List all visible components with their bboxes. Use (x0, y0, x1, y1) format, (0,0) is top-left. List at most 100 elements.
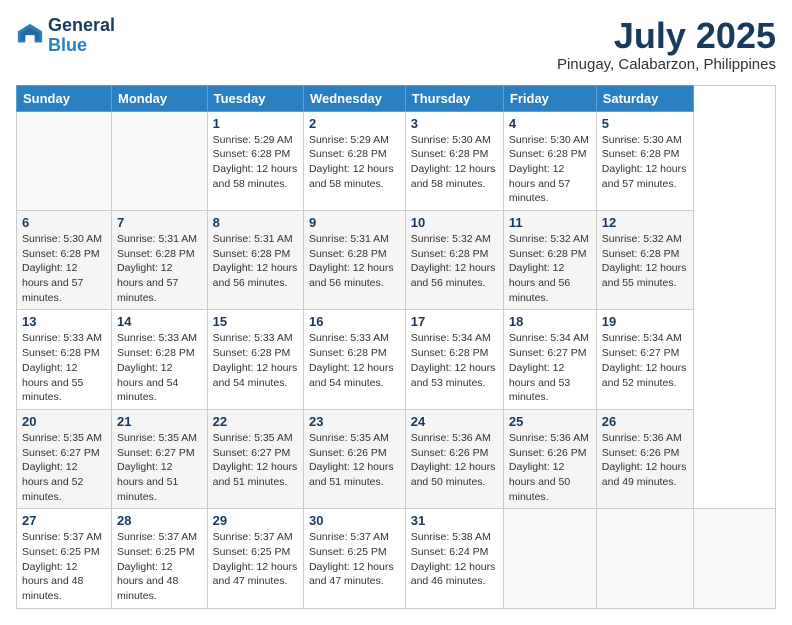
calendar-week-row: 1 Sunrise: 5:29 AMSunset: 6:28 PMDaylight… (17, 111, 776, 210)
day-info: Sunrise: 5:38 AMSunset: 6:24 PMDaylight:… (411, 530, 498, 589)
table-row: 12Sunrise: 5:32 AMSunset: 6:28 PMDayligh… (596, 211, 693, 310)
table-row: 5 Sunrise: 5:30 AMSunset: 6:28 PMDaylight… (596, 111, 693, 210)
day-info: Sunrise: 5:30 AMSunset: 6:28 PMDaylight:… (411, 133, 498, 192)
col-sunday: Sunday (17, 85, 112, 111)
table-row: 8 Sunrise: 5:31 AMSunset: 6:28 PMDaylight… (207, 211, 303, 310)
day-info: Sunrise: 5:35 AMSunset: 6:26 PMDaylight:… (309, 431, 400, 490)
day-number: 29 (213, 513, 298, 528)
col-tuesday: Tuesday (207, 85, 303, 111)
day-number: 6 (22, 215, 106, 230)
table-row: 28 Sunrise: 5:37 AMSunset: 6:25 PMDayligh… (112, 509, 208, 608)
day-number: 31 (411, 513, 498, 528)
day-number: 28 (117, 513, 202, 528)
day-number: 24 (411, 414, 498, 429)
calendar-week-row: 13 Sunrise: 5:33 AMSunset: 6:28 PMDayligh… (17, 310, 776, 409)
table-row (694, 509, 776, 608)
day-info: Sunrise: 5:30 AMSunset: 6:28 PMDaylight:… (602, 133, 688, 192)
table-row: 23Sunrise: 5:35 AMSunset: 6:26 PMDayligh… (303, 409, 405, 508)
day-info: Sunrise: 5:35 AMSunset: 6:27 PMDaylight:… (213, 431, 298, 490)
day-number: 4 (509, 116, 591, 131)
day-info: Sunrise: 5:31 AMSunset: 6:28 PMDaylight:… (117, 232, 202, 305)
day-number: 21 (117, 414, 202, 429)
title-section: July 2025 Pinugay, Calabarzon, Philippin… (557, 16, 776, 73)
calendar-week-row: 27 Sunrise: 5:37 AMSunset: 6:25 PMDayligh… (17, 509, 776, 608)
table-row: 21 Sunrise: 5:35 AMSunset: 6:27 PMDayligh… (112, 409, 208, 508)
day-number: 9 (309, 215, 400, 230)
day-number: 18 (509, 314, 591, 329)
day-info: Sunrise: 5:33 AMSunset: 6:28 PMDaylight:… (213, 331, 298, 390)
table-row: 24 Sunrise: 5:36 AMSunset: 6:26 PMDayligh… (405, 409, 503, 508)
table-row: 30Sunrise: 5:37 AMSunset: 6:25 PMDayligh… (303, 509, 405, 608)
day-info: Sunrise: 5:32 AMSunset: 6:28 PMDaylight:… (509, 232, 591, 305)
day-number: 7 (117, 215, 202, 230)
table-row: 16 Sunrise: 5:33 AMSunset: 6:28 PMDayligh… (303, 310, 405, 409)
day-info: Sunrise: 5:36 AMSunset: 6:26 PMDaylight:… (411, 431, 498, 490)
calendar-week-row: 6 Sunrise: 5:30 AMSunset: 6:28 PMDaylight… (17, 211, 776, 310)
day-number: 27 (22, 513, 106, 528)
table-row: 25 Sunrise: 5:36 AMSunset: 6:26 PMDayligh… (503, 409, 596, 508)
day-number: 22 (213, 414, 298, 429)
day-info: Sunrise: 5:35 AMSunset: 6:27 PMDaylight:… (22, 431, 106, 504)
month-title: July 2025 (557, 16, 776, 56)
day-info: Sunrise: 5:33 AMSunset: 6:28 PMDaylight:… (309, 331, 400, 390)
day-number: 11 (509, 215, 591, 230)
day-info: Sunrise: 5:30 AMSunset: 6:28 PMDaylight:… (509, 133, 591, 206)
day-info: Sunrise: 5:29 AMSunset: 6:28 PMDaylight:… (213, 133, 298, 192)
location-title: Pinugay, Calabarzon, Philippines (557, 56, 776, 73)
table-row: 17Sunrise: 5:34 AMSunset: 6:28 PMDayligh… (405, 310, 503, 409)
table-row: 22 Sunrise: 5:35 AMSunset: 6:27 PMDayligh… (207, 409, 303, 508)
day-number: 13 (22, 314, 106, 329)
table-row (17, 111, 112, 210)
table-row: 15Sunrise: 5:33 AMSunset: 6:28 PMDayligh… (207, 310, 303, 409)
day-number: 20 (22, 414, 106, 429)
table-row: 7 Sunrise: 5:31 AMSunset: 6:28 PMDaylight… (112, 211, 208, 310)
day-number: 19 (602, 314, 688, 329)
col-thursday: Thursday (405, 85, 503, 111)
day-info: Sunrise: 5:31 AMSunset: 6:28 PMDaylight:… (213, 232, 298, 291)
day-number: 26 (602, 414, 688, 429)
col-friday: Friday (503, 85, 596, 111)
day-number: 1 (213, 116, 298, 131)
day-info: Sunrise: 5:33 AMSunset: 6:28 PMDaylight:… (22, 331, 106, 404)
day-number: 8 (213, 215, 298, 230)
table-row: 4 Sunrise: 5:30 AMSunset: 6:28 PMDaylight… (503, 111, 596, 210)
logo-blue: Blue (48, 36, 115, 56)
day-number: 16 (309, 314, 400, 329)
calendar-week-row: 20 Sunrise: 5:35 AMSunset: 6:27 PMDayligh… (17, 409, 776, 508)
table-row: 18Sunrise: 5:34 AMSunset: 6:27 PMDayligh… (503, 310, 596, 409)
table-row: 11 Sunrise: 5:32 AMSunset: 6:28 PMDayligh… (503, 211, 596, 310)
day-info: Sunrise: 5:34 AMSunset: 6:28 PMDaylight:… (411, 331, 498, 390)
day-info: Sunrise: 5:33 AMSunset: 6:28 PMDaylight:… (117, 331, 202, 404)
table-row (596, 509, 693, 608)
day-number: 25 (509, 414, 591, 429)
day-info: Sunrise: 5:37 AMSunset: 6:25 PMDaylight:… (22, 530, 106, 603)
table-row: 2 Sunrise: 5:29 AMSunset: 6:28 PMDaylight… (303, 111, 405, 210)
table-row: 13 Sunrise: 5:33 AMSunset: 6:28 PMDayligh… (17, 310, 112, 409)
day-number: 10 (411, 215, 498, 230)
day-number: 5 (602, 116, 688, 131)
table-row: 26Sunrise: 5:36 AMSunset: 6:26 PMDayligh… (596, 409, 693, 508)
day-info: Sunrise: 5:36 AMSunset: 6:26 PMDaylight:… (509, 431, 591, 504)
table-row: 29Sunrise: 5:37 AMSunset: 6:25 PMDayligh… (207, 509, 303, 608)
day-info: Sunrise: 5:32 AMSunset: 6:28 PMDaylight:… (411, 232, 498, 291)
col-wednesday: Wednesday (303, 85, 405, 111)
day-info: Sunrise: 5:35 AMSunset: 6:27 PMDaylight:… (117, 431, 202, 504)
table-row (112, 111, 208, 210)
day-number: 3 (411, 116, 498, 131)
logo-general: General (48, 16, 115, 36)
day-info: Sunrise: 5:30 AMSunset: 6:28 PMDaylight:… (22, 232, 106, 305)
day-number: 12 (602, 215, 688, 230)
table-row: 19Sunrise: 5:34 AMSunset: 6:27 PMDayligh… (596, 310, 693, 409)
day-info: Sunrise: 5:37 AMSunset: 6:25 PMDaylight:… (117, 530, 202, 603)
day-info: Sunrise: 5:29 AMSunset: 6:28 PMDaylight:… (309, 133, 400, 192)
table-row: 20 Sunrise: 5:35 AMSunset: 6:27 PMDayligh… (17, 409, 112, 508)
table-row: 3 Sunrise: 5:30 AMSunset: 6:28 PMDaylight… (405, 111, 503, 210)
day-number: 14 (117, 314, 202, 329)
day-number: 2 (309, 116, 400, 131)
calendar-table: Sunday Monday Tuesday Wednesday Thursday… (16, 85, 776, 609)
table-row: 9Sunrise: 5:31 AMSunset: 6:28 PMDaylight… (303, 211, 405, 310)
logo: General Blue (16, 16, 115, 56)
calendar-header-row: Sunday Monday Tuesday Wednesday Thursday… (17, 85, 776, 111)
logo-icon (16, 22, 44, 50)
logo-text: General Blue (48, 16, 115, 56)
